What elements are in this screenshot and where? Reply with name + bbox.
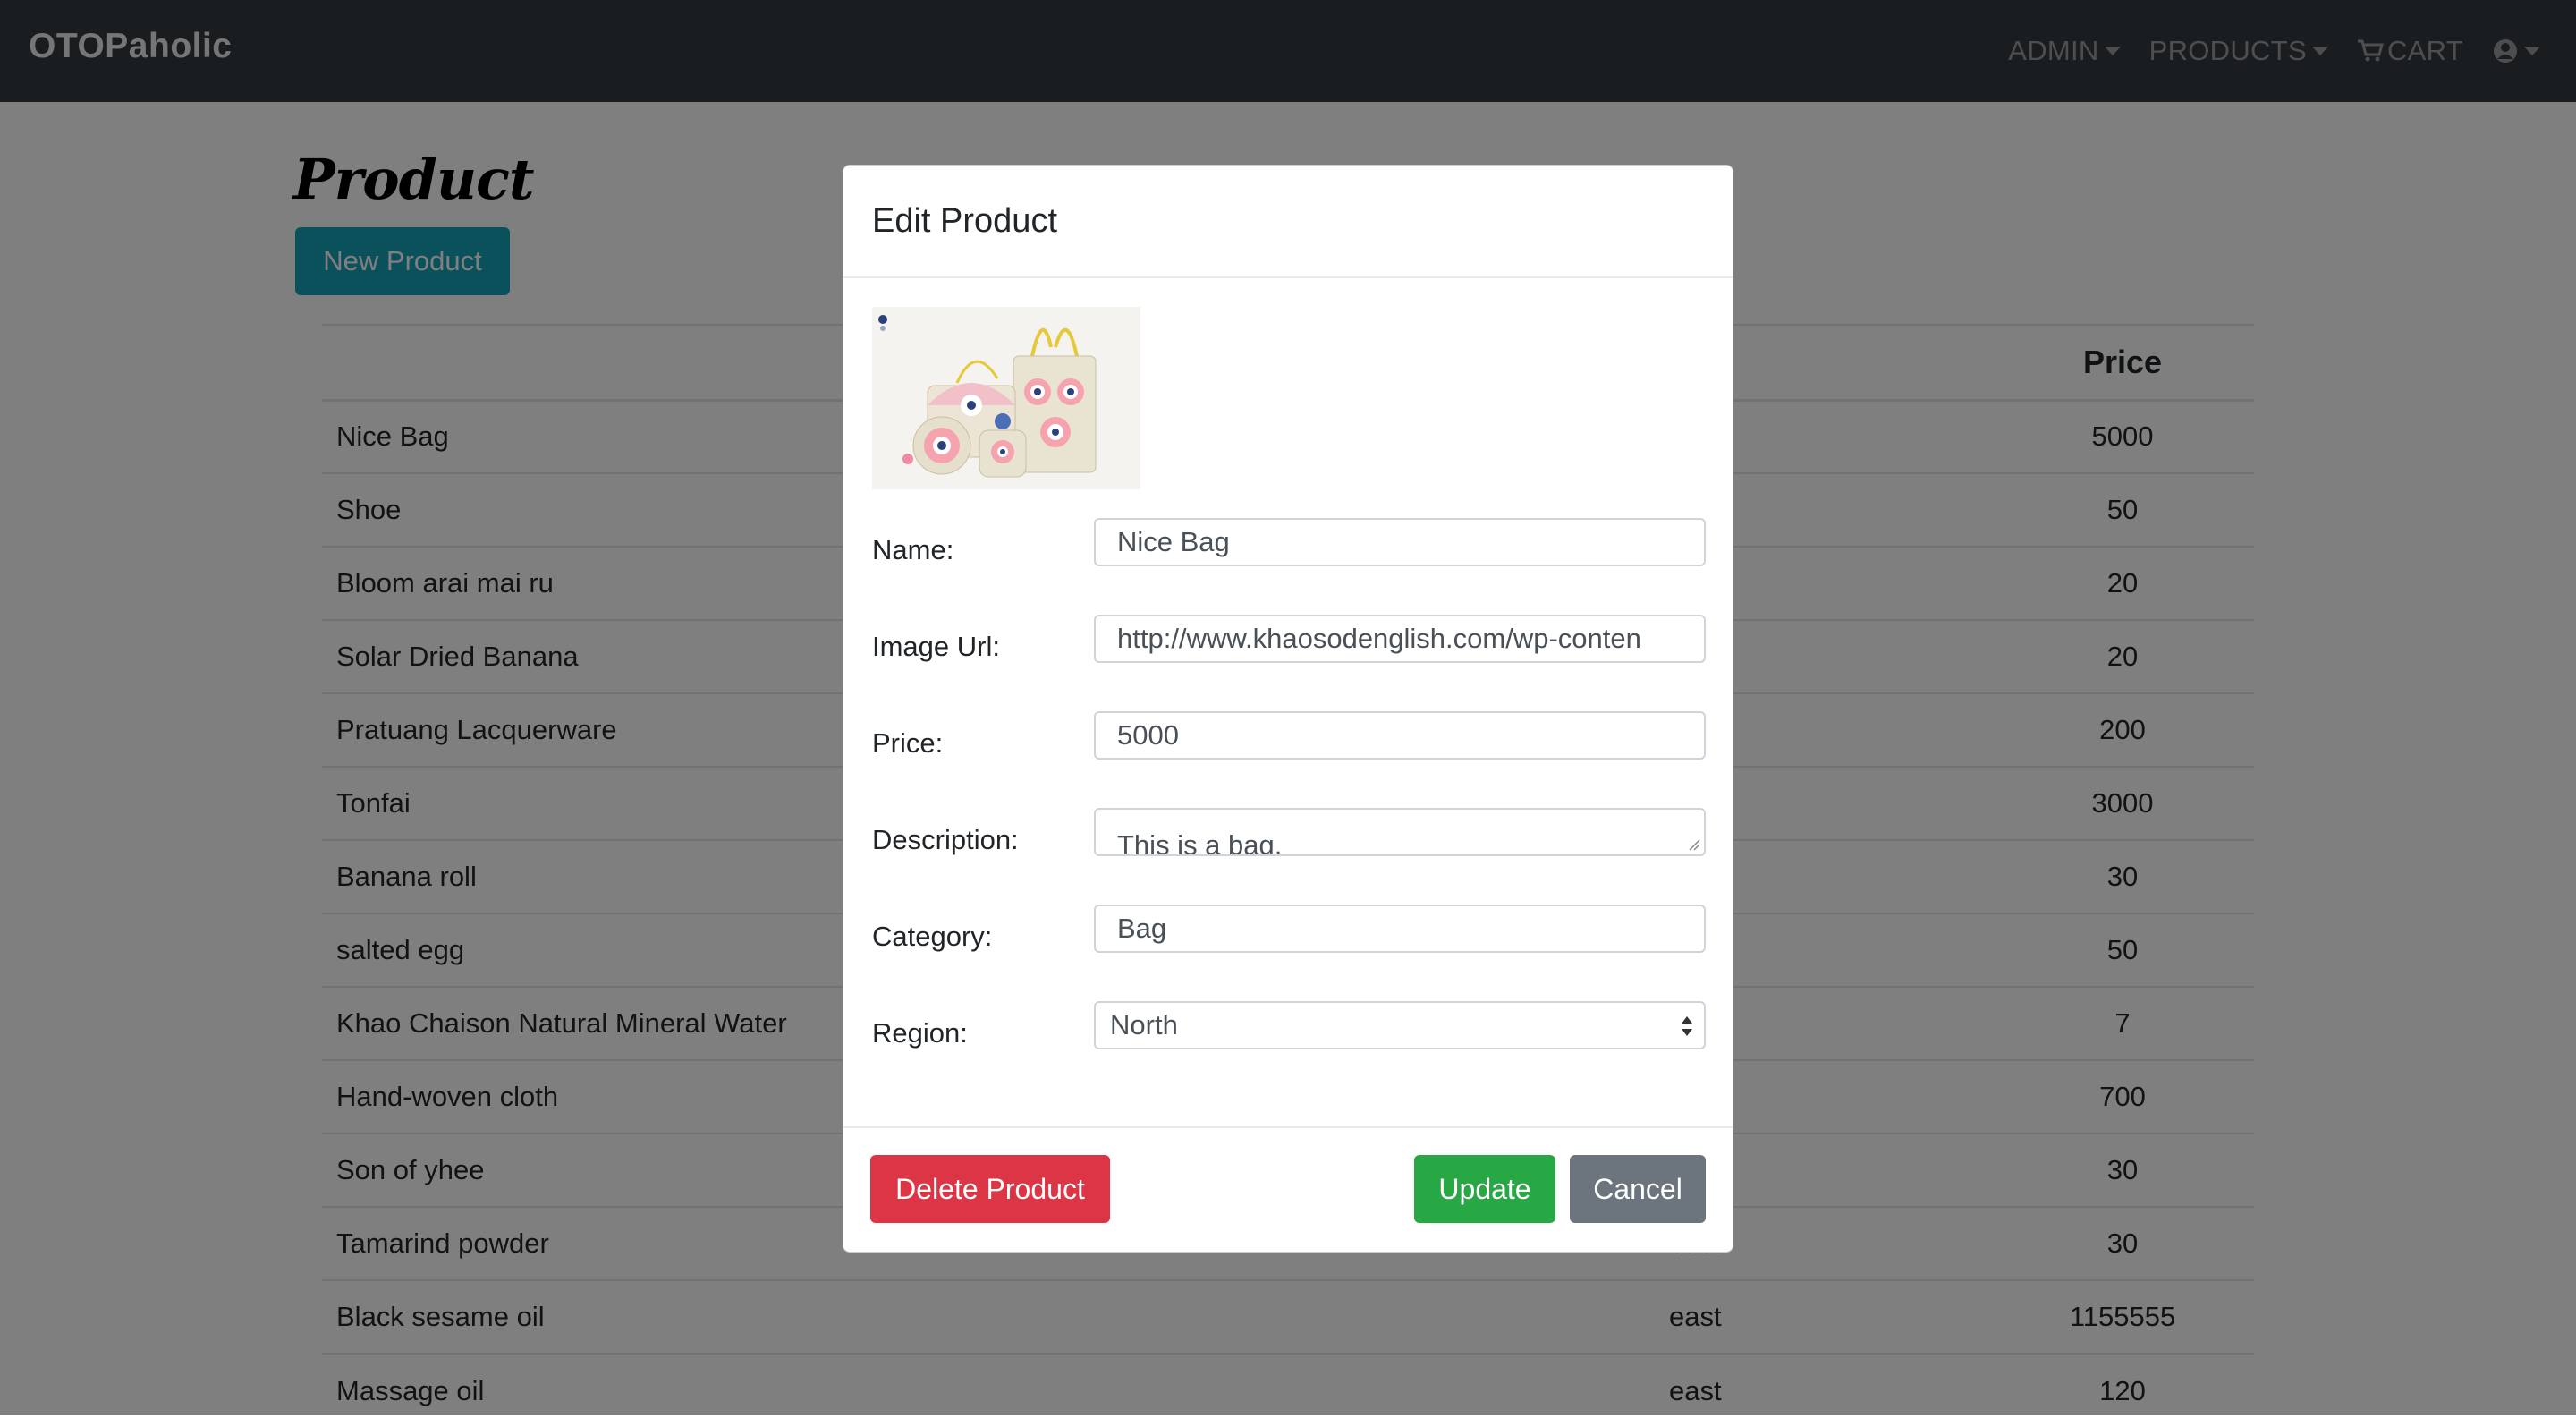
image-url-label: Image Url: xyxy=(872,631,1000,662)
name-input[interactable]: Nice Bag xyxy=(1094,518,1706,566)
description-textarea-value: This is a bag. xyxy=(1117,829,1283,856)
price-input[interactable]: 5000 xyxy=(1094,711,1706,760)
modal-title: Edit Product xyxy=(872,201,1057,240)
category-label: Category: xyxy=(872,921,993,952)
description-label: Description: xyxy=(872,824,1019,855)
edit-product-modal: Edit Product Name: Nice Bag Image Url: h… xyxy=(843,165,1733,1253)
cancel-button[interactable]: Cancel xyxy=(1570,1155,1706,1223)
price-label: Price: xyxy=(872,727,944,759)
price-input-value: 5000 xyxy=(1117,719,1179,751)
image-url-input-value: http://www.khaosodenglish.com/wp-conten xyxy=(1117,623,1641,654)
update-button[interactable]: Update xyxy=(1414,1155,1555,1223)
delete-product-button[interactable]: Delete Product xyxy=(870,1155,1110,1223)
region-select-value: North xyxy=(1110,1009,1178,1041)
category-input[interactable]: Bag xyxy=(1094,905,1706,953)
description-textarea[interactable]: This is a bag. xyxy=(1094,808,1706,856)
select-arrows-icon xyxy=(1682,1016,1692,1036)
product-image-preview xyxy=(872,307,1140,489)
category-input-value: Bag xyxy=(1117,913,1167,944)
image-url-input[interactable]: http://www.khaosodenglish.com/wp-conten xyxy=(1094,615,1706,663)
region-select[interactable]: North xyxy=(1094,1001,1706,1049)
modal-header: Edit Product xyxy=(843,166,1733,278)
name-label: Name: xyxy=(872,534,954,565)
resize-grip-icon[interactable] xyxy=(1688,838,1700,851)
region-label: Region: xyxy=(872,1017,968,1049)
name-input-value: Nice Bag xyxy=(1117,526,1230,557)
